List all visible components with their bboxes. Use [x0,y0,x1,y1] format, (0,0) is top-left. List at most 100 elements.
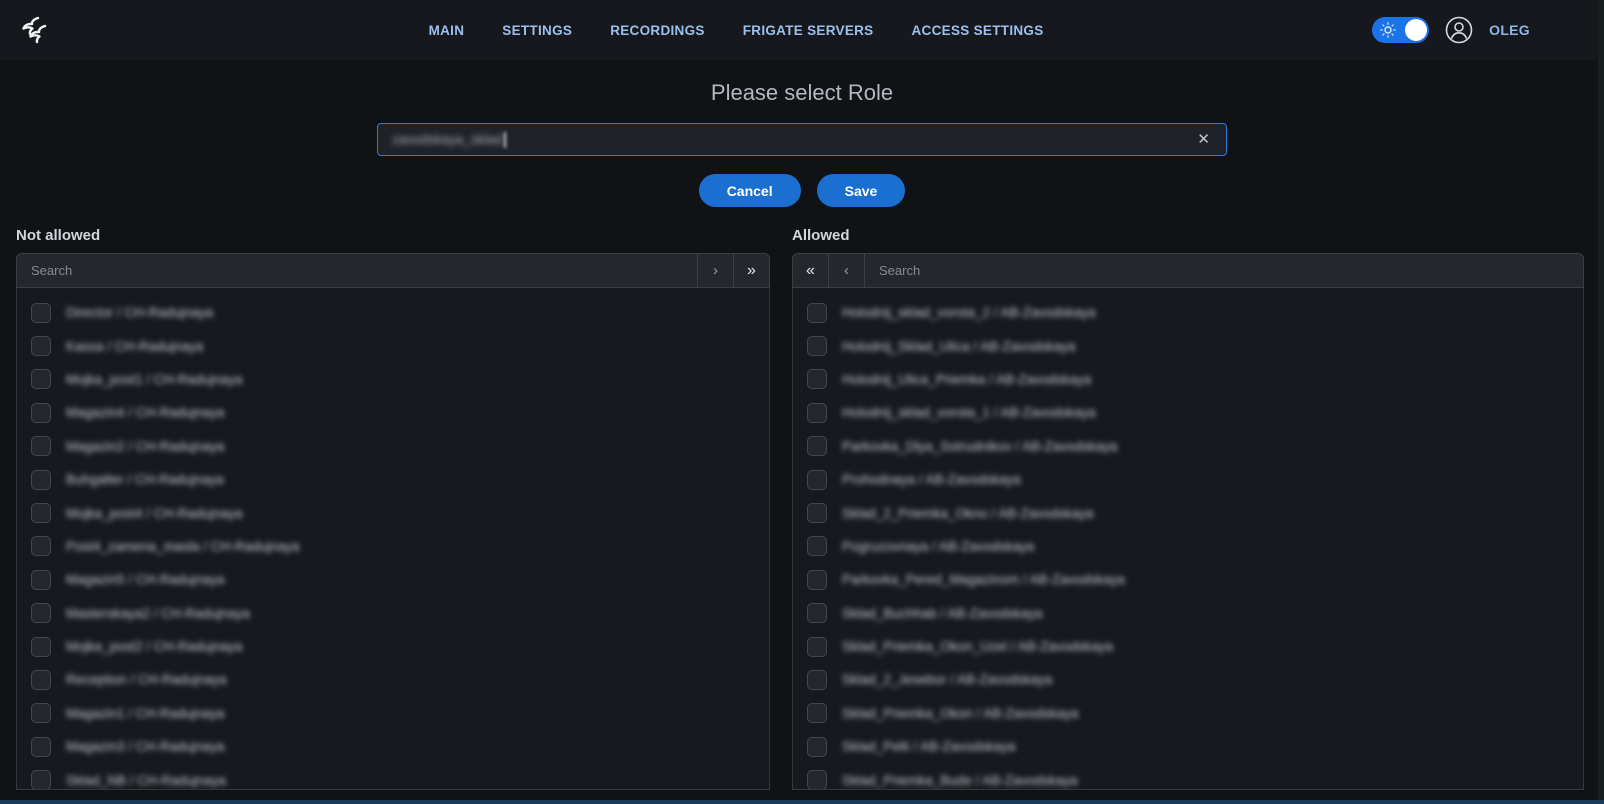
list-item[interactable]: Mojka_post4 / CH-Radujnaya [17,496,769,529]
list-item[interactable]: Director / CH-Radujnaya [17,296,769,329]
list-item[interactable]: Prohodnaya / AB-Zavodskaya [793,463,1583,496]
nav-item[interactable]: RECORDINGS [610,23,705,38]
list-item[interactable]: Magazin4 / CH-Radujnaya [17,396,769,429]
list-item[interactable]: Masterskaya2 / CH-Radujnaya [17,597,769,630]
item-checkbox[interactable] [31,303,51,323]
list-item[interactable]: Holodnij_sklad_vorota_1 / AB-Zavodskaya [793,396,1583,429]
move-left-icon[interactable]: ‹ [829,254,865,287]
role-input[interactable]: zavodskaya_sklad ✕ [377,123,1227,156]
transfer-panels: Not allowed › » Director / CH-Radujnaya … [16,227,1584,790]
item-label: Prohodnaya / AB-Zavodskaya [842,472,1021,487]
item-checkbox[interactable] [807,703,827,723]
move-all-right-icon[interactable]: » [733,254,769,287]
not-allowed-list: Director / CH-Radujnaya Kassa / CH-Raduj… [16,288,770,790]
list-item[interactable]: Sklad_Buchhab / AB-Zavodskaya [793,597,1583,630]
item-checkbox[interactable] [807,670,827,690]
item-label: Holodnij_Ulica_Priemka / AB-Zavodskaya [842,372,1091,387]
item-checkbox[interactable] [31,503,51,523]
item-checkbox[interactable] [31,670,51,690]
item-checkbox[interactable] [31,603,51,623]
list-item[interactable]: Magazin2 / CH-Radujnaya [17,430,769,463]
list-item[interactable]: Sklad_Priemka_Bude / AB-Zavodskaya [793,763,1583,790]
list-item[interactable]: Buhgalter / CH-Radujnaya [17,463,769,496]
item-checkbox[interactable] [31,403,51,423]
list-item[interactable]: Sklad_2_Jesebor / AB-Zavodskaya [793,663,1583,696]
list-item[interactable]: Sklad_Priemka_Okon_Uzel / AB-Zavodskaya [793,630,1583,663]
move-right-icon[interactable]: › [697,254,733,287]
item-checkbox[interactable] [807,737,827,757]
list-item[interactable]: Holodnij_Sklad_Ulica / AB-Zavodskaya [793,329,1583,362]
list-item[interactable]: Holodnij_sklad_vorota_2 / AB-Zavodskaya [793,296,1583,329]
item-checkbox[interactable] [807,536,827,556]
item-checkbox[interactable] [31,703,51,723]
item-label: Holodnij_sklad_vorota_2 / AB-Zavodskaya [842,305,1096,320]
not-allowed-search-input[interactable] [17,254,697,287]
item-checkbox[interactable] [807,403,827,423]
list-item[interactable]: Magazin1 / CH-Radujnaya [17,697,769,730]
item-checkbox[interactable] [807,369,827,389]
save-button[interactable]: Save [817,174,906,207]
item-label: Sklad_NB / CH-Radujnaya [66,773,226,788]
list-item[interactable]: Kassa / CH-Radujnaya [17,329,769,362]
theme-toggle[interactable] [1372,17,1429,43]
item-checkbox[interactable] [807,603,827,623]
list-item[interactable]: Pogruzovnaya / AB-Zavodskaya [793,530,1583,563]
page-scrollbar[interactable] [1598,0,1604,804]
dialog-buttons: Cancel Save [0,174,1604,207]
text-caret [504,132,506,148]
item-label: Magazin1 / CH-Radujnaya [66,706,224,721]
item-checkbox[interactable] [31,369,51,389]
top-nav-bar: MAIN SETTINGS RECORDINGS FRIGATE SERVERS… [0,0,1604,60]
frigate-birds-logo[interactable] [16,8,60,52]
item-checkbox[interactable] [31,637,51,657]
allowed-title: Allowed [792,227,1584,244]
user-name[interactable]: OLEG [1489,22,1530,38]
item-label: Mojka_post1 / CH-Radujnaya [66,372,242,387]
item-label: Magazin4 / CH-Radujnaya [66,405,224,420]
cancel-button[interactable]: Cancel [699,174,801,207]
item-label: Director / CH-Radujnaya [66,305,213,320]
list-item[interactable]: Parkovka_Pered_Magazinom / AB-Zavodskaya [793,563,1583,596]
list-item[interactable]: Sklad_Pelti / AB-Zavodskaya [793,730,1583,763]
list-item[interactable]: Parkovka_Dlya_Sotrudnikov / AB-Zavodskay… [793,430,1583,463]
list-item[interactable]: Sklad_NB / CH-Radujnaya [17,763,769,790]
item-checkbox[interactable] [807,303,827,323]
nav-item[interactable]: SETTINGS [502,23,572,38]
allowed-search-input[interactable] [865,254,1583,287]
item-checkbox[interactable] [31,436,51,456]
clear-input-icon[interactable]: ✕ [1193,128,1214,151]
item-checkbox[interactable] [807,503,827,523]
list-item[interactable]: Magazin3 / CH-Radujnaya [17,730,769,763]
item-label: Pogruzovnaya / AB-Zavodskaya [842,539,1034,554]
item-checkbox[interactable] [807,436,827,456]
item-checkbox[interactable] [31,770,51,790]
item-checkbox[interactable] [31,470,51,490]
move-all-left-icon[interactable]: « [793,254,829,287]
list-item[interactable]: Sklad_Priemka_Okon / AB-Zavodskaya [793,697,1583,730]
item-label: Parkovka_Pered_Magazinom / AB-Zavodskaya [842,572,1125,587]
nav-item[interactable]: FRIGATE SERVERS [743,23,874,38]
nav-item[interactable]: ACCESS SETTINGS [912,23,1044,38]
list-item[interactable]: Holodnij_Ulica_Priemka / AB-Zavodskaya [793,363,1583,396]
item-checkbox[interactable] [807,470,827,490]
list-item[interactable]: Post4_zamena_masla / CH-Radujnaya [17,530,769,563]
user-circle-icon[interactable] [1445,16,1473,44]
item-checkbox[interactable] [31,536,51,556]
item-checkbox[interactable] [31,336,51,356]
list-item[interactable]: Mojka_post2 / CH-Radujnaya [17,630,769,663]
item-checkbox[interactable] [807,770,827,790]
item-checkbox[interactable] [807,336,827,356]
list-item[interactable]: Magazin5 / CH-Radujnaya [17,563,769,596]
item-checkbox[interactable] [807,570,827,590]
item-checkbox[interactable] [31,570,51,590]
list-item[interactable]: Sklad_2_Priemka_Okno / AB-Zavodskaya [793,496,1583,529]
item-label: Sklad_Priemka_Bude / AB-Zavodskaya [842,773,1078,788]
nav-item[interactable]: MAIN [429,23,465,38]
item-label: Kassa / CH-Radujnaya [66,339,203,354]
item-label: Masterskaya2 / CH-Radujnaya [66,606,250,621]
list-item[interactable]: Reception / CH-Radujnaya [17,663,769,696]
page-title: Please select Role [0,80,1604,106]
item-checkbox[interactable] [807,637,827,657]
item-checkbox[interactable] [31,737,51,757]
list-item[interactable]: Mojka_post1 / CH-Radujnaya [17,363,769,396]
